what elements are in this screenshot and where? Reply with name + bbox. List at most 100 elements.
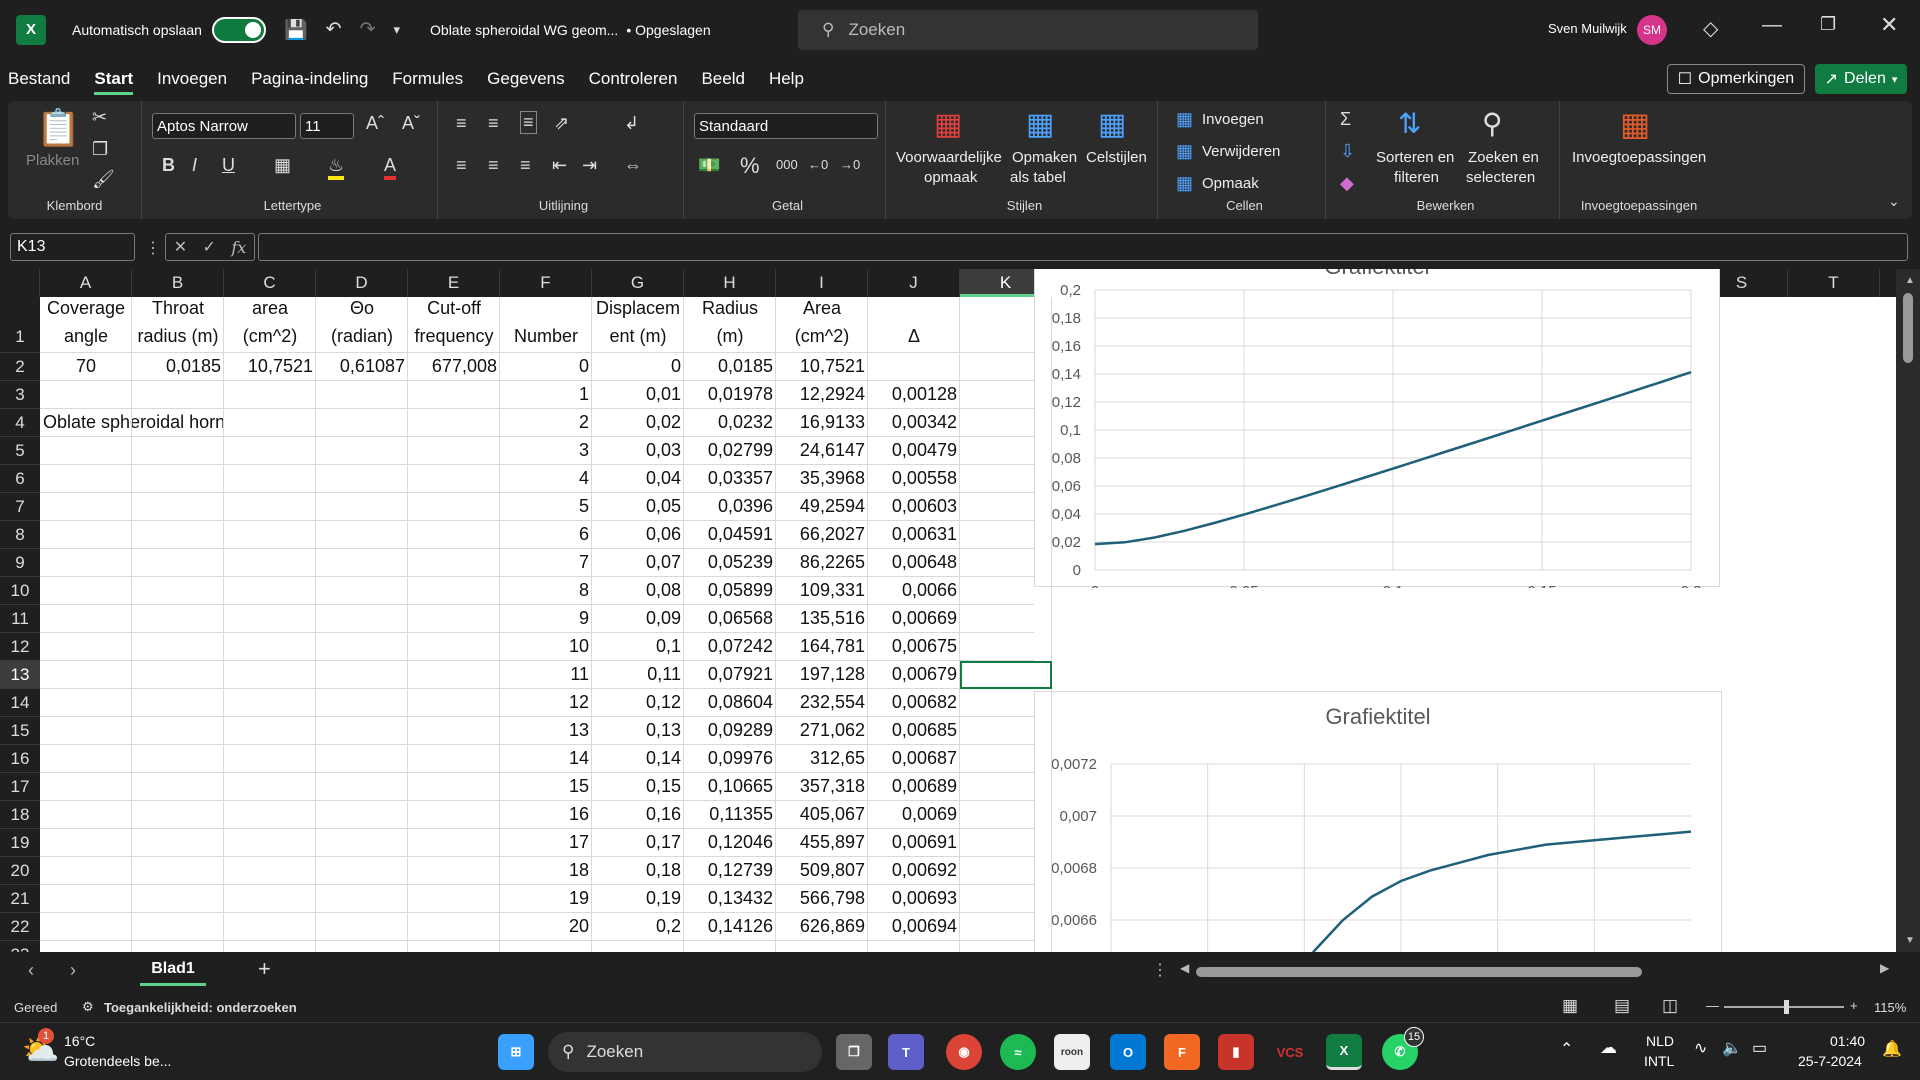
cell[interactable]: 12 bbox=[500, 692, 592, 713]
redo-icon[interactable]: ↷ bbox=[360, 18, 376, 41]
cell[interactable]: 0,00675 bbox=[868, 636, 960, 657]
cell[interactable]: 0,00479 bbox=[868, 440, 960, 461]
column-header-i[interactable]: I bbox=[776, 269, 868, 297]
align-right-icon[interactable]: ≡ bbox=[520, 155, 531, 176]
cell[interactable]: 109,331 bbox=[776, 580, 868, 601]
font-color-icon[interactable]: A bbox=[384, 155, 397, 180]
tab-beeld[interactable]: Beeld bbox=[689, 59, 756, 99]
horizontal-scroll-thumb[interactable] bbox=[1196, 967, 1642, 977]
user-name[interactable]: Sven Muilwijk bbox=[1548, 21, 1627, 36]
cell[interactable]: 9 bbox=[500, 608, 592, 629]
column-header-t[interactable]: T bbox=[1788, 269, 1880, 297]
cell[interactable]: 0,00692 bbox=[868, 860, 960, 881]
accounting-format-icon[interactable]: 💵 bbox=[698, 155, 720, 176]
row-header[interactable]: 12 bbox=[0, 633, 40, 661]
cell[interactable]: 0,07921 bbox=[684, 664, 776, 685]
cell[interactable]: 0,05239 bbox=[684, 552, 776, 573]
more-icon[interactable]: ⋮ bbox=[1152, 960, 1168, 980]
cell[interactable]: Δ bbox=[868, 326, 960, 347]
cell[interactable]: ent (m) bbox=[592, 326, 684, 347]
cell[interactable]: 509,807 bbox=[776, 860, 868, 881]
cell[interactable]: 0,05 bbox=[592, 496, 684, 517]
underline-icon[interactable]: U bbox=[222, 155, 235, 176]
cell[interactable]: 0,02 bbox=[592, 412, 684, 433]
find-select-icon[interactable]: ⚲ bbox=[1482, 107, 1503, 140]
name-box[interactable]: K13 bbox=[10, 233, 135, 261]
align-middle-icon[interactable]: ≡ bbox=[488, 113, 499, 134]
column-header-c[interactable]: C bbox=[224, 269, 316, 297]
minimize-icon[interactable]: — bbox=[1762, 14, 1782, 37]
row-header[interactable]: 17 bbox=[0, 773, 40, 801]
insert-function-button[interactable]: fx bbox=[231, 238, 246, 257]
tab-gegevens[interactable]: Gegevens bbox=[475, 59, 577, 99]
cell[interactable]: 0,0396 bbox=[684, 496, 776, 517]
page-layout-icon[interactable]: ▤ bbox=[1614, 996, 1630, 1016]
cell[interactable]: 66,2027 bbox=[776, 524, 868, 545]
cell[interactable]: 35,3968 bbox=[776, 468, 868, 489]
tab-start[interactable]: Start bbox=[82, 59, 145, 99]
cell[interactable]: 0,17 bbox=[592, 832, 684, 853]
autosum-icon[interactable]: Σ bbox=[1340, 109, 1351, 130]
cell[interactable]: 10,7521 bbox=[224, 356, 316, 377]
next-sheet-icon[interactable]: › bbox=[70, 960, 76, 981]
cell[interactable]: 24,6147 bbox=[776, 440, 868, 461]
row-header[interactable]: 9 bbox=[0, 549, 40, 577]
column-header-h[interactable]: H bbox=[684, 269, 776, 297]
cell[interactable]: 0,0185 bbox=[132, 356, 224, 377]
delete-cells-icon[interactable]: ▦ bbox=[1176, 141, 1193, 162]
cell[interactable]: 3 bbox=[500, 440, 592, 461]
row-header[interactable]: 15 bbox=[0, 717, 40, 745]
column-header-b[interactable]: B bbox=[132, 269, 224, 297]
row-header[interactable]: 11 bbox=[0, 605, 40, 633]
column-header-f[interactable]: F bbox=[500, 269, 592, 297]
cell[interactable]: 0,61087 bbox=[316, 356, 408, 377]
zoom-slider-thumb[interactable] bbox=[1784, 1000, 1789, 1014]
cell[interactable]: 0,15 bbox=[592, 776, 684, 797]
cell[interactable]: 0,10665 bbox=[684, 776, 776, 797]
paste-button[interactable]: Plakken bbox=[26, 152, 79, 169]
format-as-table-button[interactable]: Opmaken bbox=[1012, 149, 1077, 166]
cell[interactable]: angle bbox=[40, 326, 132, 347]
cell[interactable]: 0,00669 bbox=[868, 608, 960, 629]
cell[interactable]: Number bbox=[500, 326, 592, 347]
cell[interactable]: 0,00693 bbox=[868, 888, 960, 909]
cell[interactable]: 0,19 bbox=[592, 888, 684, 909]
share-button[interactable]: ↗ Delen ▾ bbox=[1815, 64, 1907, 94]
cell[interactable]: 49,2594 bbox=[776, 496, 868, 517]
insert-cells-button[interactable]: Invoegen bbox=[1202, 111, 1264, 128]
cell[interactable]: 0 bbox=[500, 356, 592, 377]
cell[interactable]: (m) bbox=[684, 326, 776, 347]
find-select-button[interactable]: Zoeken en bbox=[1468, 149, 1539, 166]
row-header[interactable]: 10 bbox=[0, 577, 40, 605]
orientation-icon[interactable]: ⇗ bbox=[554, 113, 569, 134]
zoom-level[interactable]: 115% bbox=[1874, 1000, 1906, 1015]
cell[interactable]: 0,11355 bbox=[684, 804, 776, 825]
fill-icon[interactable]: ⇩ bbox=[1340, 141, 1355, 162]
active-cell[interactable] bbox=[960, 661, 1052, 689]
select-all-corner[interactable] bbox=[0, 269, 40, 297]
cell[interactable]: 0,00631 bbox=[868, 524, 960, 545]
align-center-icon[interactable]: ≡ bbox=[488, 155, 499, 176]
format-as-table-icon[interactable]: ▦ bbox=[1026, 107, 1054, 142]
cell[interactable]: Oblate spheroidal horn bbox=[40, 412, 340, 433]
scroll-thumb[interactable] bbox=[1903, 293, 1913, 363]
delete-cells-button[interactable]: Verwijderen bbox=[1202, 143, 1280, 160]
cell[interactable]: 0,12739 bbox=[684, 860, 776, 881]
document-title[interactable]: Oblate spheroidal WG geom... bbox=[430, 22, 618, 38]
cell[interactable]: Area bbox=[776, 298, 868, 319]
shrink-font-icon[interactable]: Aˇ bbox=[402, 113, 420, 134]
language-2[interactable]: INTL bbox=[1644, 1053, 1674, 1069]
cell[interactable]: 19 bbox=[500, 888, 592, 909]
enter-icon[interactable]: ✓ bbox=[203, 237, 216, 257]
cell[interactable]: Throat bbox=[132, 298, 224, 319]
cell[interactable]: 0,08604 bbox=[684, 692, 776, 713]
cell[interactable]: 0,07 bbox=[592, 552, 684, 573]
row-header[interactable]: 16 bbox=[0, 745, 40, 773]
scroll-left-icon[interactable]: ◀ bbox=[1180, 961, 1189, 975]
cell[interactable]: 0,0185 bbox=[684, 356, 776, 377]
chart-radius[interactable]: Grafiektitel 00,020,040,060,080,10,120,1… bbox=[1034, 269, 1720, 588]
cell[interactable]: 18 bbox=[500, 860, 592, 881]
cell[interactable]: 2 bbox=[500, 412, 592, 433]
merge-center-icon[interactable]: ⇔ bbox=[624, 155, 642, 176]
grow-font-icon[interactable]: Aˆ bbox=[366, 113, 384, 134]
